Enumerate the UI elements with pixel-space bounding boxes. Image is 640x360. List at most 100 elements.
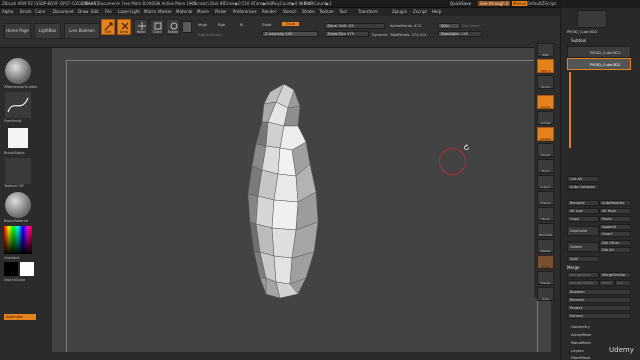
transp-button[interactable]: Transp <box>537 271 554 285</box>
dynamic-toggle[interactable]: Dynamic <box>372 33 388 37</box>
scroll-button[interactable]: Scroll <box>537 75 554 89</box>
menu-item[interactable]: Edit <box>91 9 99 14</box>
menu-item[interactable]: Stroke <box>302 9 315 14</box>
all-high-button[interactable]: All High <box>599 208 631 214</box>
menu-item[interactable]: Render <box>262 9 276 14</box>
extract-button[interactable]: Extract <box>567 313 631 319</box>
layers-header[interactable]: Layers <box>571 348 584 353</box>
copy-button[interactable]: Copy <box>567 216 599 222</box>
del-other-button[interactable]: Del Other <box>599 240 631 246</box>
floor-button[interactable]: Floor <box>537 159 554 173</box>
menu-item[interactable]: Zplugin <box>392 9 407 14</box>
uv-button[interactable]: Uv <box>615 280 631 286</box>
alternate-button[interactable]: Alternate <box>4 314 36 320</box>
rgb-toggle[interactable]: Rgb <box>218 23 225 27</box>
menu-item[interactable]: Picker <box>215 9 227 14</box>
rename-button[interactable]: Rename <box>567 200 599 206</box>
primary-color[interactable] <box>4 262 18 276</box>
default-zscript-button[interactable]: DefaultZScript <box>527 1 556 6</box>
menu-item[interactable]: Brush <box>20 9 32 14</box>
mergesimilar-button[interactable]: MergeSimilar <box>599 272 631 278</box>
menu-item[interactable]: Preferences <box>233 9 257 14</box>
frame-button[interactable]: Frame <box>537 191 554 205</box>
live-boolean-button[interactable]: Live Boolean <box>64 23 100 39</box>
paste-button[interactable]: Paste <box>599 216 631 222</box>
nanomesh-header[interactable]: NanoMesh <box>571 340 591 345</box>
all-low-button[interactable]: All Low <box>567 208 599 214</box>
menu-item[interactable]: Transform <box>358 9 378 14</box>
local-sym-button[interactable]: L.Sym <box>537 175 554 189</box>
secondary-color[interactable] <box>20 262 34 276</box>
menu-item[interactable]: Material <box>176 9 192 14</box>
menu-item[interactable]: Light <box>130 9 140 14</box>
see-through-slider[interactable]: See-through 0 <box>478 1 511 6</box>
brush-thumbnail[interactable] <box>5 58 31 84</box>
subtool-scrollbar[interactable] <box>569 72 571 148</box>
tool-thumbnail[interactable] <box>577 10 607 28</box>
list-all-button[interactable]: List All <box>567 176 599 182</box>
subtool-item[interactable]: PM3D_Cube3D1 <box>567 46 631 58</box>
subtool-header[interactable]: Subtool <box>571 38 586 43</box>
spix-button[interactable]: SPix 3 <box>537 59 554 73</box>
move-view-button[interactable]: Move <box>537 207 554 221</box>
merge-header[interactable]: Merge <box>567 265 580 270</box>
del-lower-button[interactable]: Del Lower <box>462 24 480 28</box>
menu-item[interactable]: Help <box>432 9 441 14</box>
remesh-button[interactable]: Remesh <box>567 297 631 303</box>
material-thumbnail[interactable] <box>5 192 31 218</box>
menu-item[interactable]: Movie <box>197 9 209 14</box>
insert-button[interactable]: Insert <box>599 231 631 237</box>
delete-button[interactable]: Delete <box>567 242 599 252</box>
aahalf-button[interactable]: AAHalf <box>537 127 554 141</box>
subtool-item-active[interactable]: PM3D_Cube3D2 <box>567 58 631 70</box>
menu-item[interactable]: Macro <box>144 9 156 14</box>
del-all-button[interactable]: Del All <box>599 247 631 253</box>
menu-item[interactable]: Zscript <box>413 9 427 14</box>
menu-item[interactable]: Color <box>35 9 45 14</box>
menu-item[interactable]: Texture <box>319 9 334 14</box>
material-swatch[interactable] <box>182 21 192 33</box>
boolean-button[interactable]: Boolean <box>567 289 631 295</box>
duplicate-button[interactable]: Duplicate <box>567 226 599 236</box>
append-button[interactable]: Append <box>599 224 631 230</box>
rotate-button[interactable]: Rotate <box>166 19 180 35</box>
z-intensity-slider[interactable]: Z Intensity 100 <box>262 31 318 37</box>
home-page-button[interactable]: Home Page <box>4 23 31 39</box>
menu-item[interactable]: Tool <box>339 9 347 14</box>
mergedown-button[interactable]: MergeDown <box>567 272 599 278</box>
mergevisible-button[interactable]: MergeVisible <box>567 280 599 286</box>
menu-item[interactable]: Layer <box>118 9 129 14</box>
m-toggle[interactable]: M <box>240 23 243 27</box>
autoreorder-button[interactable]: AutoReorder <box>599 200 631 206</box>
lightbox-button[interactable]: LightBox <box>34 23 61 39</box>
rotate-view-button[interactable]: Rotate <box>537 239 554 253</box>
polyf-button[interactable]: PolyF <box>537 255 554 269</box>
sculpt-model[interactable] <box>240 82 330 300</box>
solo-button[interactable]: Solo <box>537 287 554 301</box>
resolution-slider[interactable]: Resolution 128 <box>438 31 482 37</box>
zsub-toggle[interactable]: Zsub <box>282 22 299 26</box>
menu-item[interactable]: Draw <box>78 9 88 14</box>
fibermesh-header[interactable]: FiberMesh <box>571 355 590 360</box>
quicksave-button[interactable]: QuickSave <box>450 1 471 6</box>
texture-thumbnail[interactable] <box>5 158 31 184</box>
edit-button[interactable]: Edit <box>101 19 115 35</box>
persp-button[interactable]: Persp <box>537 143 554 157</box>
zoom3d-button[interactable]: Zoom3D <box>537 223 554 237</box>
project-button[interactable]: Project <box>567 305 631 311</box>
menu-item[interactable]: File <box>105 9 112 14</box>
gradient-label[interactable]: Gradient <box>4 256 20 260</box>
stroke-thumbnail[interactable] <box>5 92 31 118</box>
split-button[interactable]: Split <box>567 256 599 262</box>
switch-color-button[interactable]: SwitchColor <box>4 278 25 282</box>
color-picker[interactable] <box>4 226 32 254</box>
geometry-header[interactable]: Geometry <box>571 324 590 329</box>
move-button[interactable]: Move <box>134 19 148 35</box>
zoom-button[interactable]: Zoom <box>537 95 554 109</box>
scale-button[interactable]: Scale <box>150 19 164 35</box>
bpr-button[interactable]: BPR <box>537 43 554 57</box>
rgb-intensity-slider[interactable]: Rgb Intensity <box>198 33 222 37</box>
draw-button[interactable]: Draw <box>117 19 131 35</box>
mrgb-toggle[interactable]: Mrgb <box>198 23 207 27</box>
menu-item[interactable]: Alpha <box>2 9 13 14</box>
